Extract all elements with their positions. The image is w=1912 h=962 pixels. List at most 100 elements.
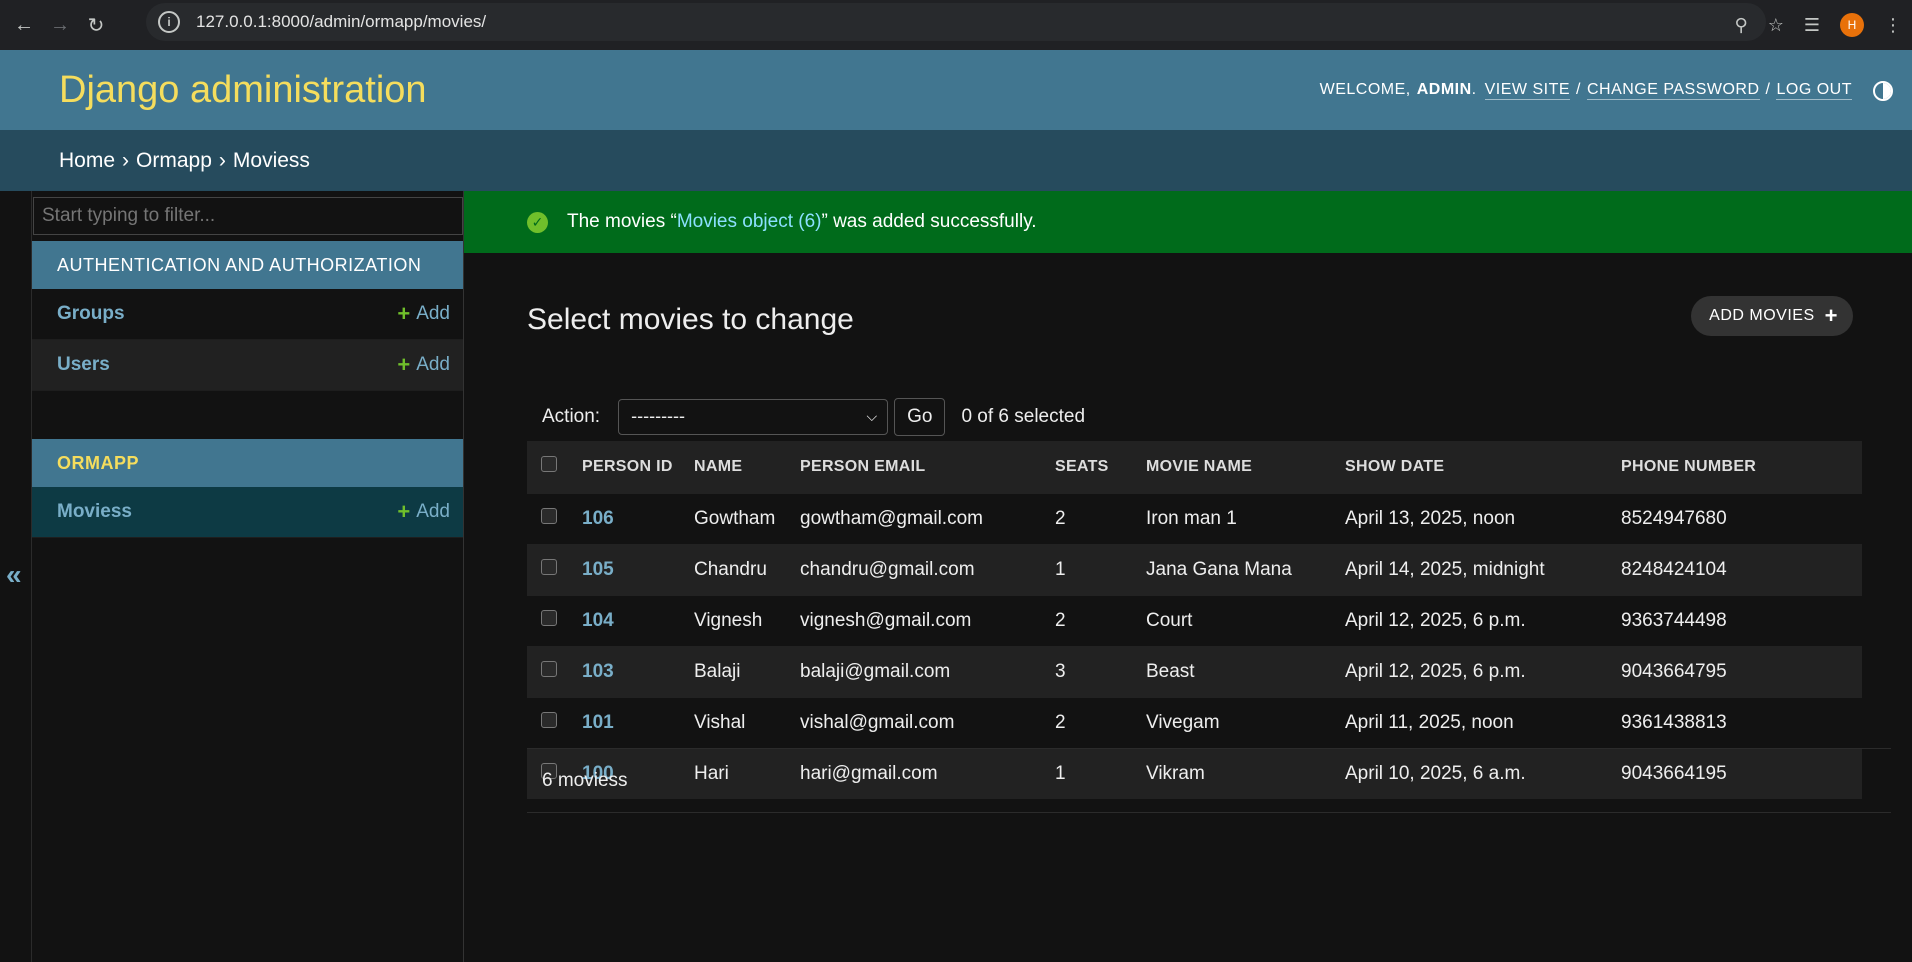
action-selected-value[interactable]: ---------: [631, 406, 685, 427]
row-checkbox[interactable]: [541, 711, 557, 728]
reload-icon[interactable]: ↻: [78, 7, 114, 43]
person-id-cell: 103: [582, 646, 694, 697]
profile-avatar[interactable]: H: [1840, 13, 1864, 37]
person-id-link[interactable]: 105: [582, 559, 614, 580]
site-branding[interactable]: Django administration: [59, 69, 427, 112]
add-movies-label[interactable]: ADD MOVIES: [1709, 307, 1814, 325]
breadcrumb: Home › Ormapp › Moviess: [0, 130, 1912, 191]
moviess-add-link[interactable]: + Add: [397, 499, 450, 525]
module-caption-ormapp[interactable]: ORMAPP: [32, 439, 463, 487]
groups-add-link[interactable]: + Add: [397, 301, 450, 327]
bookmark-star-icon[interactable]: ☆: [1768, 15, 1784, 36]
column-movie-name[interactable]: MOVIE NAME: [1146, 441, 1345, 493]
change-password-link[interactable]: CHANGE PASSWORD: [1586, 81, 1760, 100]
row-checkbox[interactable]: [541, 609, 557, 626]
site-info-icon[interactable]: i: [158, 11, 180, 33]
movie-cell: Vivegam: [1146, 711, 1220, 733]
email-cell: vignesh@gmail.com: [800, 609, 972, 631]
users-add-link[interactable]: + Add: [397, 352, 450, 378]
person-id-cell: 105: [582, 544, 694, 595]
period: .: [1471, 81, 1477, 98]
person-id-link[interactable]: 103: [582, 661, 614, 682]
column-person-id[interactable]: PERSON ID: [582, 441, 694, 493]
plus-icon: +: [1824, 303, 1838, 328]
message-object-link[interactable]: Movies object (6): [677, 211, 822, 232]
chevron-down-icon: ⌵: [866, 408, 878, 424]
movie-cell: Jana Gana Mana: [1146, 558, 1292, 580]
column-show-date[interactable]: SHOW DATE: [1345, 441, 1621, 493]
column-name[interactable]: NAME: [694, 441, 800, 493]
table-row: 101 Vishal vishal@gmail.com 2 Vivegam Ap…: [527, 697, 1862, 748]
add-movies-button[interactable]: ADD MOVIES +: [1691, 296, 1853, 336]
breadcrumb-separator: ›: [218, 148, 226, 172]
person-id-link[interactable]: 104: [582, 610, 614, 631]
message-prefix: The movies “: [567, 211, 677, 232]
browser-menu-icon[interactable]: ⋮: [1884, 15, 1902, 36]
table-row: 106 Gowtham gowtham@gmail.com 2 Iron man…: [527, 493, 1862, 544]
person-id-link[interactable]: 101: [582, 712, 614, 733]
column-seats[interactable]: SEATS: [1055, 441, 1146, 493]
go-button[interactable]: Go: [894, 397, 946, 436]
forward-arrow-icon[interactable]: →: [42, 7, 78, 43]
person-id-link[interactable]: 106: [582, 508, 614, 529]
select-all-cell: [527, 441, 582, 493]
row-select-cell: [527, 493, 582, 544]
table-row: 105 Chandru chandru@gmail.com 1 Jana Gan…: [527, 544, 1862, 595]
collapse-chevron-icon[interactable]: «: [6, 559, 22, 591]
address-bar[interactable]: i 127.0.0.1:8000/admin/ormapp/movies/: [146, 3, 1766, 41]
module-caption-auth[interactable]: AUTHENTICATION AND AUTHORIZATION: [32, 241, 463, 289]
email-cell: vishal@gmail.com: [800, 711, 955, 733]
column-person-email[interactable]: PERSON EMAIL: [800, 441, 1055, 493]
separator: /: [1765, 81, 1771, 98]
zoom-icon[interactable]: ⚲: [1735, 15, 1748, 36]
content-area: ✓ The movies “Movies object (6)” was add…: [464, 191, 1912, 962]
logout-link[interactable]: LOG OUT: [1776, 81, 1852, 100]
sidebar-item-users-link[interactable]: Users: [57, 354, 110, 376]
add-label[interactable]: Add: [416, 303, 450, 325]
sidebar-filter-input[interactable]: [33, 197, 463, 235]
seats-cell: 2: [1055, 711, 1066, 733]
add-label[interactable]: Add: [416, 354, 450, 376]
add-plus-icon: +: [397, 352, 411, 377]
movie-cell: Beast: [1146, 660, 1195, 682]
sidebar-item-groups-link[interactable]: Groups: [57, 303, 125, 325]
success-check-icon: ✓: [527, 212, 548, 233]
row-checkbox[interactable]: [541, 660, 557, 677]
actions-bar: Action: --------- ⌵ Go 0 of 6 selected: [527, 392, 1862, 441]
row-select-cell: [527, 595, 582, 646]
view-site-link[interactable]: VIEW SITE: [1484, 81, 1571, 100]
media-queue-icon[interactable]: ☰: [1804, 15, 1820, 36]
sidebar-item-groups: Groups + Add: [32, 289, 463, 340]
phone-cell: 9361438813: [1621, 711, 1727, 733]
sidebar-item-moviess: Moviess + Add: [32, 487, 463, 538]
action-label: Action:: [542, 405, 601, 427]
theme-toggle-icon[interactable]: [1873, 81, 1893, 101]
show-date-cell: April 13, 2025, noon: [1345, 507, 1516, 529]
name-cell: Chandru: [694, 558, 767, 580]
movie-cell: Court: [1146, 609, 1193, 631]
add-plus-icon: +: [397, 499, 411, 524]
sidebar-item-users: Users + Add: [32, 340, 463, 391]
row-checkbox[interactable]: [541, 507, 557, 524]
main-container: « AUTHENTICATION AND AUTHORIZATION Group…: [0, 191, 1912, 962]
add-label[interactable]: Add: [416, 501, 450, 523]
sidebar-item-moviess-link[interactable]: Moviess: [57, 501, 132, 523]
breadcrumb-home[interactable]: Home: [59, 149, 115, 173]
name-cell: Vishal: [694, 711, 746, 733]
select-all-checkbox[interactable]: [541, 456, 557, 473]
row-select-cell: [527, 646, 582, 697]
table-row: 104 Vignesh vignesh@gmail.com 2 Court Ap…: [527, 595, 1862, 646]
back-arrow-icon[interactable]: ←: [6, 7, 42, 43]
action-select[interactable]: --------- ⌵: [618, 398, 889, 435]
column-phone-number[interactable]: PHONE NUMBER: [1621, 441, 1862, 493]
message-text: The movies “Movies object (6)” was added…: [567, 211, 1037, 233]
name-cell: Vignesh: [694, 609, 763, 631]
seats-cell: 2: [1055, 507, 1066, 529]
row-select-cell: [527, 544, 582, 595]
row-checkbox[interactable]: [541, 558, 557, 575]
toggle-sidebar-button[interactable]: «: [0, 191, 32, 962]
url-text[interactable]: 127.0.0.1:8000/admin/ormapp/movies/: [196, 12, 486, 32]
movie-cell: Iron man 1: [1146, 507, 1237, 529]
email-cell: balaji@gmail.com: [800, 660, 951, 682]
breadcrumb-app[interactable]: Ormapp: [136, 149, 212, 173]
